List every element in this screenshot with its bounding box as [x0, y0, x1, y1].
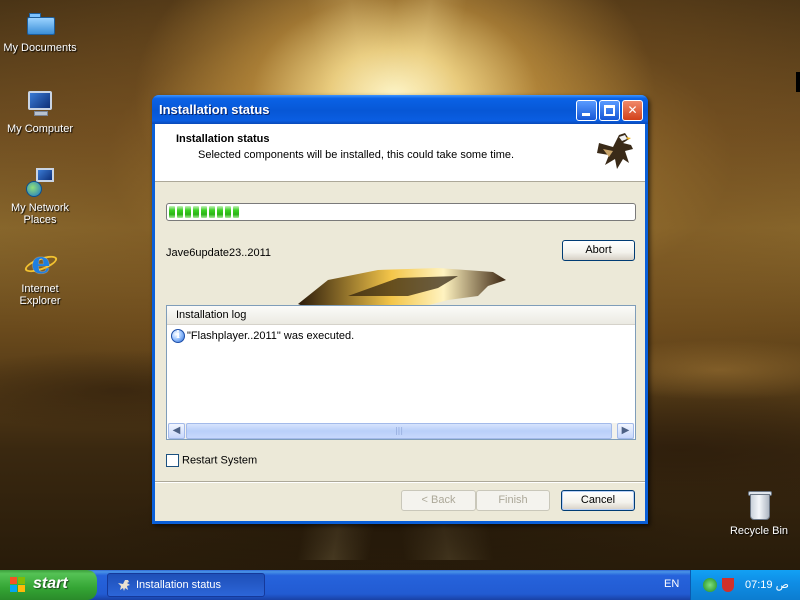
installation-status-window[interactable]: Installation status ✕ Installation statu…	[152, 95, 648, 524]
progress-segment	[177, 206, 183, 218]
finish-button[interactable]: Finish	[476, 490, 550, 511]
desktop-icon-label: Recycle Bin	[729, 525, 789, 537]
back-button[interactable]: < Back	[401, 490, 476, 511]
start-label: start	[33, 575, 68, 592]
desktop-icon-my-documents[interactable]: My Documents	[0, 7, 80, 54]
grip-icon: |||	[394, 426, 404, 435]
my-documents-icon	[24, 7, 56, 39]
window-client-area: Installation status Selected components …	[155, 124, 645, 521]
my-computer-icon	[24, 88, 56, 120]
restart-system-label: Restart System	[182, 454, 258, 467]
header-title: Installation status	[176, 133, 270, 145]
chevron-right-icon: ▶	[621, 425, 630, 436]
header-subtitle: Selected components will be installed, t…	[198, 149, 515, 161]
progress-segment	[169, 206, 175, 218]
progress-segment	[225, 206, 231, 218]
minimize-button[interactable]	[576, 100, 597, 121]
progress-fill	[169, 206, 248, 218]
window-titlebar[interactable]: Installation status ✕	[152, 95, 648, 124]
scroll-thumb[interactable]: |||	[186, 423, 612, 439]
desktop-icon-label: My Network Places	[10, 202, 70, 226]
scroll-left-button[interactable]: ◀	[168, 423, 185, 439]
eagle-logo-icon	[597, 133, 633, 169]
log-column-header[interactable]: Installation log	[167, 306, 635, 325]
recycle-bin-icon	[743, 490, 775, 522]
eagle-app-icon	[118, 580, 130, 591]
chevron-left-icon: ◀	[172, 425, 181, 436]
security-shield-icon[interactable]	[722, 578, 734, 592]
progress-segment	[217, 206, 223, 218]
offscreen-window-edge	[796, 72, 800, 92]
desktop-icon-network-places[interactable]: My Network Places	[0, 167, 80, 226]
close-button[interactable]: ✕	[622, 100, 643, 121]
desktop-icon-label: Internet Explorer	[19, 283, 61, 307]
network-tray-icon[interactable]	[703, 578, 717, 592]
progress-segment	[193, 206, 199, 218]
clock[interactable]: 07:19 ص	[745, 578, 789, 591]
desktop-icon-label: My Computer	[6, 123, 74, 135]
language-indicator[interactable]: EN	[664, 578, 679, 590]
desktop-icon-label: My Documents	[3, 42, 77, 54]
progress-segment	[185, 206, 191, 218]
maximize-button[interactable]	[599, 100, 620, 121]
installation-log-list[interactable]: Installation log i "Flashplayer..2011" wa…	[166, 305, 636, 440]
taskbar: start Installation status EN 07:19 ص	[0, 570, 800, 600]
taskbar-item-label: Installation status	[136, 579, 221, 591]
network-places-icon	[24, 167, 56, 199]
progress-segment	[233, 206, 239, 218]
abort-button[interactable]: Abort	[562, 240, 635, 261]
current-item-label: Jave6update23..2011	[166, 247, 271, 259]
maximize-icon	[604, 105, 615, 116]
windows-logo-icon	[10, 577, 26, 593]
internet-explorer-icon: e	[22, 248, 60, 280]
window-title: Installation status	[159, 102, 270, 117]
install-progress-bar	[166, 203, 636, 221]
system-tray: 07:19 ص	[690, 570, 800, 600]
cancel-button[interactable]: Cancel	[561, 490, 635, 511]
desktop-icon-recycle-bin[interactable]: Recycle Bin	[719, 490, 799, 537]
scroll-right-button[interactable]: ▶	[617, 423, 634, 439]
taskbar-item-installation-status[interactable]: Installation status	[107, 573, 265, 597]
info-icon: i	[171, 329, 185, 343]
minimize-icon	[582, 113, 590, 116]
header-panel: Installation status Selected components …	[155, 124, 645, 182]
close-icon: ✕	[627, 103, 638, 117]
button-divider	[155, 481, 645, 483]
desktop-icon-internet-explorer[interactable]: e Internet Explorer	[0, 248, 80, 308]
progress-segment	[209, 206, 215, 218]
progress-segment	[201, 206, 207, 218]
log-horizontal-scrollbar[interactable]: ◀ ||| ▶	[168, 423, 634, 439]
restart-system-option[interactable]: Restart System	[166, 454, 257, 467]
log-entry-text: "Flashplayer..2011" was executed.	[187, 329, 355, 342]
eagle-banner-image	[298, 268, 506, 308]
desktop-icon-my-computer[interactable]: My Computer	[0, 88, 80, 135]
restart-system-checkbox[interactable]	[166, 454, 179, 467]
log-entry[interactable]: i "Flashplayer..2011" was executed.	[171, 329, 354, 345]
start-button[interactable]: start	[0, 570, 97, 600]
